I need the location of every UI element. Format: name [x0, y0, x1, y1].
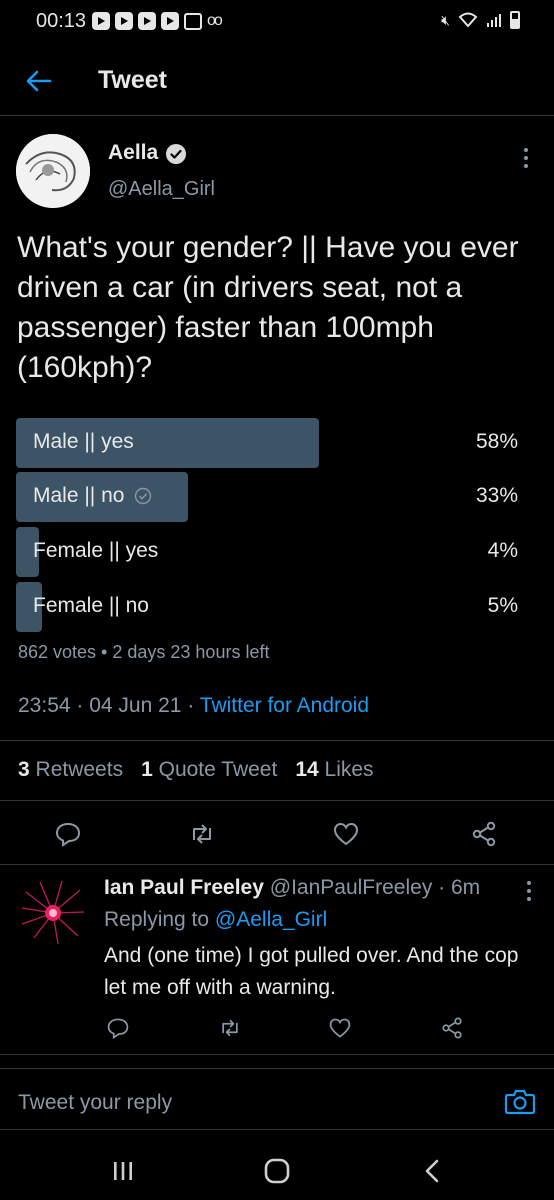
status-time: 00:13: [36, 10, 87, 32]
poll-option-label: Male || no: [33, 484, 125, 507]
reply-header: Ian Paul Freeley @IanPaulFreeley · 6m: [104, 876, 480, 900]
youtube-icon: [138, 12, 156, 30]
poll-summary: 862 votes • 2 days 23 hours left: [18, 642, 270, 662]
tweet-text: What's your gender? || Have you ever dri…: [17, 231, 519, 384]
poll-option-percent: 58%: [475, 430, 518, 453]
quotes-label: Quote Tweet: [158, 758, 278, 781]
likes-label: Likes: [324, 758, 374, 781]
likes-stat[interactable]: 14 Likes: [295, 758, 373, 782]
poll-option: Male || yes 58%: [16, 418, 538, 468]
reply-composer: Tweet your reply: [0, 1068, 554, 1130]
voicemail-icon: oo: [207, 12, 223, 29]
reply-handle-time[interactable]: @IanPaulFreeley · 6m: [270, 876, 480, 899]
back-nav-icon[interactable]: [418, 1156, 448, 1186]
replying-to: Replying to @Aella_Girl: [104, 908, 327, 932]
divider: [0, 1054, 554, 1055]
retweets-count: 3: [18, 758, 30, 781]
signal-icon: [487, 14, 501, 27]
reply-avatar[interactable]: [18, 878, 88, 948]
youtube-icon: [115, 12, 133, 30]
message-icon: [184, 12, 202, 30]
mute-icon: 🔇︎: [441, 11, 450, 28]
share-icon[interactable]: [440, 1016, 464, 1040]
system-icons: 🔇︎: [441, 11, 520, 29]
notification-icons: oo: [92, 12, 223, 30]
reply-action-bar: [0, 1014, 554, 1046]
quotes-count: 1: [141, 758, 153, 781]
voted-check-icon: [135, 487, 152, 505]
separator: ·: [181, 694, 200, 717]
poll-option-label: Female || yes: [33, 539, 159, 562]
author-handle[interactable]: @Aella_Girl: [108, 178, 215, 201]
camera-icon[interactable]: [504, 1087, 536, 1117]
avatar-illustration: [18, 878, 88, 948]
poll-option-label: Female || no: [33, 594, 149, 617]
verified-badge-icon: [166, 144, 186, 164]
youtube-icon: [92, 12, 110, 30]
recent-apps-icon[interactable]: [108, 1156, 138, 1186]
arrow-left-icon[interactable]: [24, 66, 54, 96]
author-name[interactable]: Aella: [108, 141, 158, 165]
retweet-icon[interactable]: [218, 1016, 242, 1040]
divider: [0, 864, 554, 865]
poll-option-percent: 5%: [487, 594, 518, 617]
engagement-stats: 3 Retweets 1 Quote Tweet 14 Likes: [18, 758, 374, 782]
replying-mention-link[interactable]: @Aella_Girl: [215, 908, 327, 931]
reply-author-name[interactable]: Ian Paul Freeley: [104, 876, 264, 899]
poll-option-label: Male || yes: [33, 430, 134, 453]
divider: [0, 740, 554, 741]
retweets-label: Retweets: [35, 758, 124, 781]
divider: [0, 800, 554, 801]
retweets-stat[interactable]: 3 Retweets: [18, 758, 123, 782]
poll-option-percent: 4%: [487, 539, 518, 562]
tweet-time: 23:54: [18, 694, 71, 717]
page-title: Tweet: [98, 66, 167, 94]
wifi-icon: [458, 12, 478, 28]
separator: ·: [70, 694, 90, 717]
replying-prefix: Replying to: [104, 908, 210, 931]
home-icon[interactable]: [262, 1156, 292, 1186]
more-vertical-icon[interactable]: [524, 880, 534, 902]
tweet-action-bar: [0, 812, 554, 856]
like-icon[interactable]: [328, 1016, 352, 1040]
like-icon[interactable]: [332, 820, 360, 848]
reply-text: And (one time) I got pulled over. And th…: [104, 944, 519, 999]
tweet-timestamp: 23:54 · 04 Jun 21 · Twitter for Android: [18, 694, 369, 718]
tweet-source-link[interactable]: Twitter for Android: [200, 694, 369, 717]
share-icon[interactable]: [470, 820, 498, 848]
likes-count: 14: [295, 758, 319, 781]
youtube-icon: [161, 12, 179, 30]
poll-option-percent: 33%: [475, 484, 518, 507]
system-nav-bar: [0, 1138, 554, 1200]
reply-icon[interactable]: [106, 1016, 130, 1040]
more-vertical-icon[interactable]: [520, 146, 532, 170]
retweet-icon[interactable]: [188, 820, 216, 848]
author-avatar[interactable]: [16, 134, 90, 208]
reply-icon[interactable]: [54, 820, 82, 848]
tweet-date: 04 Jun 21: [89, 694, 182, 717]
poll-option: Male || no 33%: [16, 472, 538, 522]
quotes-stat[interactable]: 1 Quote Tweet: [141, 758, 277, 782]
avatar-illustration: [16, 134, 90, 208]
battery-icon: [510, 11, 520, 29]
poll-option: Female || no 5%: [16, 582, 538, 632]
poll-option: Female || yes 4%: [16, 527, 538, 577]
reply-input[interactable]: Tweet your reply: [18, 1091, 172, 1115]
app-header: Tweet: [0, 56, 554, 116]
status-bar: 00:13 oo 🔇︎: [0, 0, 554, 44]
